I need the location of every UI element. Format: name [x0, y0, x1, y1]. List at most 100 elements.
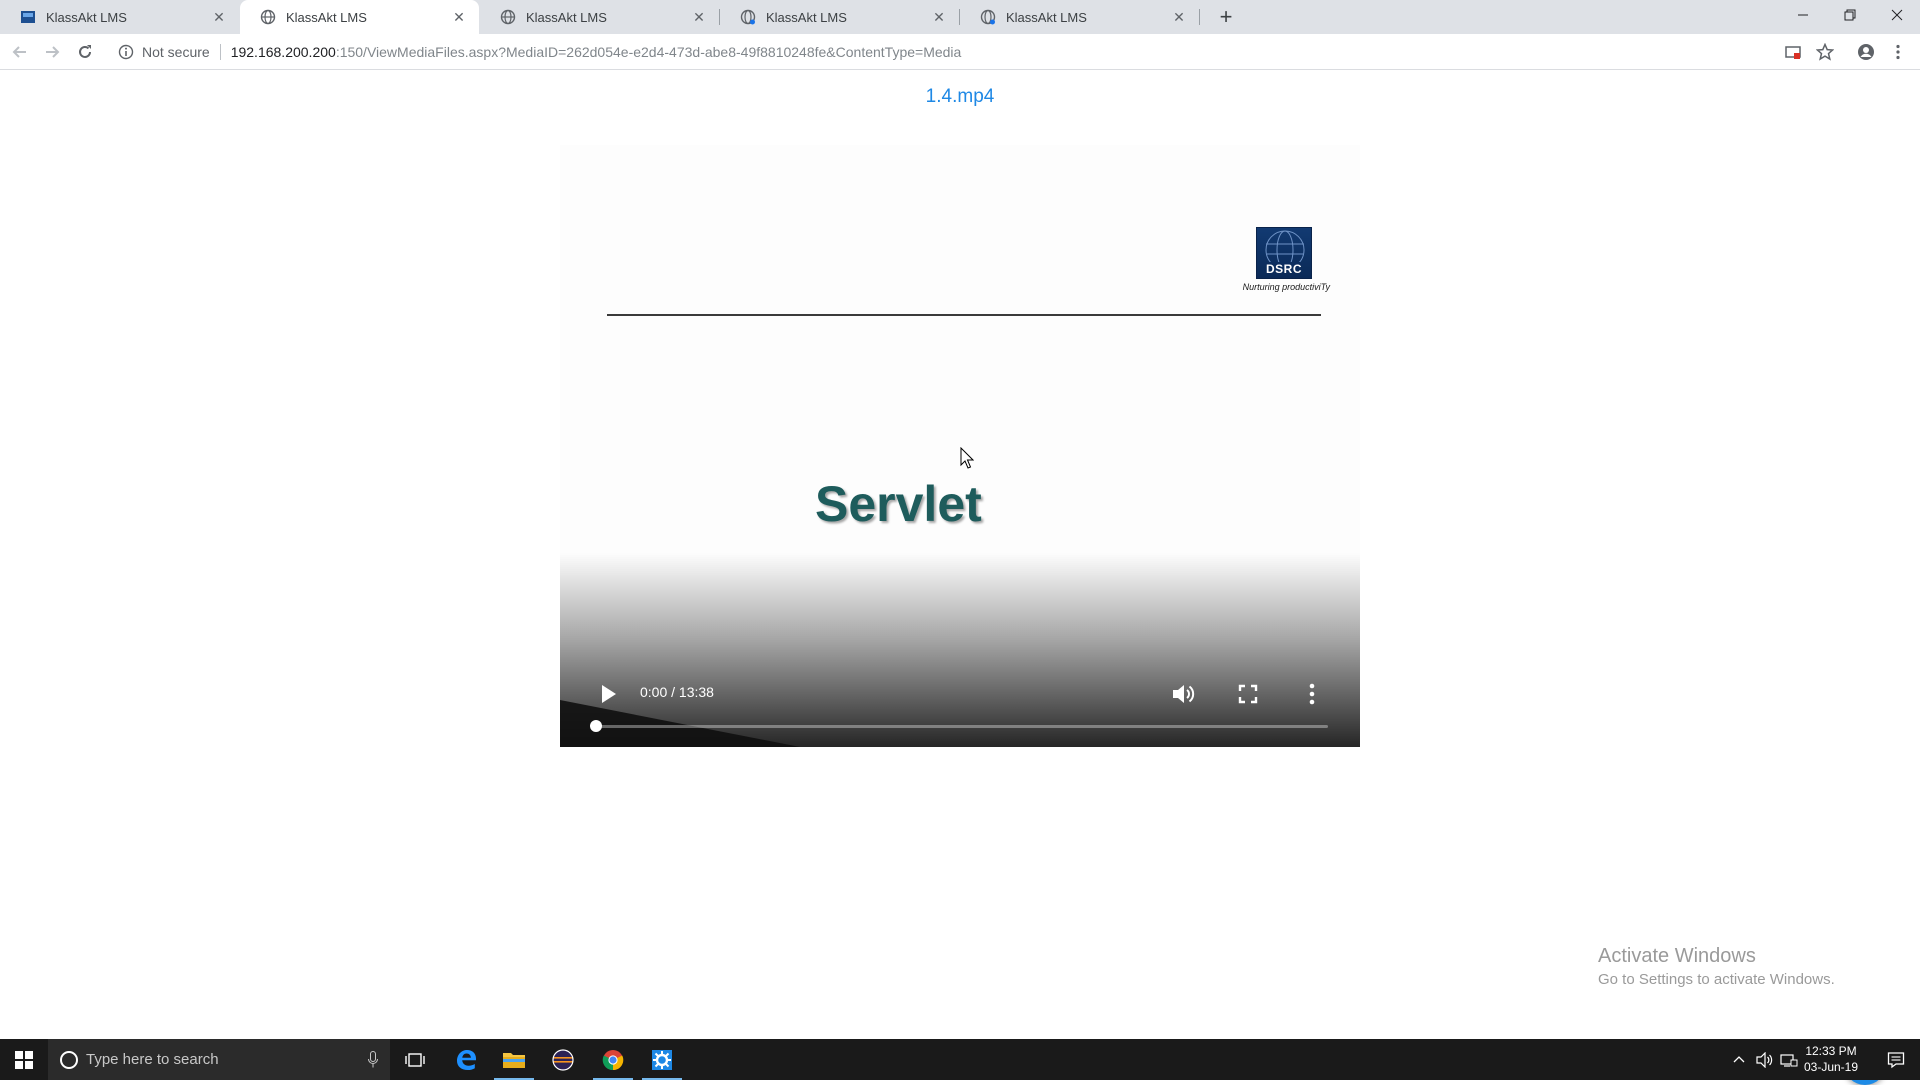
- tab-title: KlassAkt LMS: [1006, 9, 1087, 25]
- mute-button[interactable]: [1167, 677, 1201, 711]
- taskbar-eclipse[interactable]: [539, 1039, 587, 1080]
- restore-button[interactable]: [1827, 0, 1873, 30]
- task-view-icon: [405, 1052, 425, 1067]
- url-host: 192.168.200.200: [230, 44, 336, 60]
- mouse-cursor-icon: [960, 447, 974, 469]
- star-icon: [1816, 43, 1834, 61]
- restore-icon: [1844, 9, 1856, 21]
- tab-divider: [719, 9, 720, 25]
- cast-blocked-icon: [1785, 46, 1801, 59]
- seek-thumb[interactable]: [590, 720, 602, 732]
- account-icon: [1858, 44, 1874, 60]
- reload-icon: [79, 45, 91, 58]
- page-content: 1.4.mp4 DSRC Nurturing productiviTy Serv…: [0, 71, 1920, 1085]
- browser-tab-2[interactable]: KlassAkt LMS ✕: [240, 0, 479, 34]
- more-options-button[interactable]: [1295, 677, 1329, 711]
- tab-title: KlassAkt LMS: [46, 9, 127, 25]
- logo-tagline: Nurturing productiviTy: [1242, 282, 1330, 292]
- seek-bar[interactable]: [590, 720, 1328, 732]
- profile-button[interactable]: [1856, 42, 1876, 62]
- cortana-icon: [60, 1050, 78, 1069]
- globe-icon: [500, 9, 516, 25]
- close-tab-icon[interactable]: ✕: [211, 9, 227, 25]
- menu-button[interactable]: [1888, 42, 1908, 62]
- edge-icon: [457, 1049, 476, 1070]
- search-placeholder: Type here to search: [86, 1051, 219, 1068]
- tab-title: KlassAkt LMS: [766, 9, 847, 25]
- watermark-title: Activate Windows: [1598, 945, 1756, 967]
- taskbar-file-explorer[interactable]: [490, 1039, 538, 1080]
- bookmark-button[interactable]: [1815, 42, 1835, 62]
- slide-divider: [607, 314, 1321, 316]
- kebab-menu-icon: [1309, 683, 1315, 705]
- cast-button[interactable]: [1783, 42, 1803, 62]
- reload-button[interactable]: [73, 40, 97, 64]
- activate-windows-watermark: Activate Windows Go to Settings to activ…: [1598, 945, 1835, 988]
- close-tab-icon[interactable]: ✕: [451, 9, 467, 25]
- taskbar-chrome[interactable]: [589, 1039, 637, 1080]
- folder-icon: [503, 1052, 525, 1068]
- dsrc-logo: DSRC Nurturing productiviTy: [1230, 227, 1330, 297]
- gear-app-icon: [652, 1049, 672, 1070]
- logo-text: DSRC: [1265, 262, 1302, 276]
- kebab-menu-icon: [1896, 44, 1900, 60]
- browser-tab-1[interactable]: KlassAkt LMS ✕: [0, 0, 239, 34]
- watermark-subtitle: Go to Settings to activate Windows.: [1598, 971, 1835, 988]
- new-tab-button[interactable]: +: [1214, 5, 1238, 29]
- tab-title: KlassAkt LMS: [286, 9, 367, 25]
- eclipse-icon: [552, 1048, 574, 1071]
- info-icon[interactable]: [118, 44, 134, 60]
- tab-divider: [959, 9, 960, 25]
- browser-tab-4[interactable]: KlassAkt LMS ✕: [720, 0, 959, 34]
- task-view-button[interactable]: [391, 1039, 439, 1080]
- forward-button[interactable]: [40, 40, 64, 64]
- system-tray: [1732, 1039, 1798, 1080]
- close-tab-icon[interactable]: ✕: [1171, 9, 1187, 25]
- clock-time: 12:33 PM: [1805, 1044, 1857, 1058]
- globe-loading-icon: [980, 9, 996, 25]
- seek-track: [596, 725, 1328, 728]
- chevron-up-icon[interactable]: [1732, 1053, 1746, 1067]
- action-center-button[interactable]: [1872, 1039, 1920, 1080]
- volume-icon: [1173, 685, 1195, 703]
- browser-tab-5[interactable]: KlassAkt LMS ✕: [960, 0, 1199, 34]
- notification-icon: [1887, 1051, 1905, 1068]
- start-button[interactable]: [0, 1039, 48, 1080]
- klassakt-logo-icon: [21, 11, 35, 23]
- url-path: :150/ViewMediaFiles.aspx?MediaID=262d054…: [335, 44, 962, 60]
- close-tab-icon[interactable]: ✕: [691, 9, 707, 25]
- chrome-icon: [602, 1049, 624, 1070]
- taskbar-search[interactable]: Type here to search: [48, 1039, 390, 1080]
- taskbar-app[interactable]: [638, 1039, 686, 1080]
- microphone-icon[interactable]: [368, 1051, 378, 1068]
- tab-title: KlassAkt LMS: [526, 9, 607, 25]
- address-bar[interactable]: Not secure 192.168.200.200:150/ViewMedia…: [108, 38, 1766, 66]
- minimize-button[interactable]: [1780, 0, 1826, 30]
- media-title: 1.4.mp4: [925, 86, 995, 107]
- play-button[interactable]: [591, 677, 625, 711]
- back-arrow-icon: [12, 46, 26, 58]
- globe-loading-icon: [740, 9, 756, 25]
- browser-toolbar: Not secure 192.168.200.200:150/ViewMedia…: [0, 34, 1920, 70]
- slide-heading: Servlet: [815, 476, 982, 532]
- windows-logo-icon: [15, 1050, 33, 1069]
- play-icon: [602, 685, 616, 703]
- video-player[interactable]: DSRC Nurturing productiviTy Servlet 0:00…: [560, 145, 1360, 747]
- forward-arrow-icon: [46, 46, 60, 58]
- volume-icon[interactable]: [1756, 1051, 1774, 1068]
- globe-icon: [1265, 230, 1305, 270]
- close-tab-icon[interactable]: ✕: [931, 9, 947, 25]
- taskbar-clock[interactable]: 12:33 PM 03-Jun-19: [1796, 1043, 1866, 1075]
- windows-taskbar: Type here to search 12:33 PM 03-Jun-19: [0, 1039, 1920, 1080]
- taskbar-edge[interactable]: [442, 1039, 490, 1080]
- browser-tab-3[interactable]: KlassAkt LMS ✕: [480, 0, 719, 34]
- fullscreen-icon: [1238, 684, 1258, 704]
- fullscreen-button[interactable]: [1231, 677, 1265, 711]
- controls-overlay: [560, 553, 1360, 747]
- back-button[interactable]: [8, 40, 32, 64]
- minimize-icon: [1798, 14, 1808, 16]
- time-display: 0:00 / 13:38: [640, 684, 714, 700]
- tab-strip: KlassAkt LMS ✕ KlassAkt LMS ✕ KlassAkt L…: [0, 0, 1920, 34]
- close-window-button[interactable]: [1874, 0, 1920, 30]
- address-divider: [219, 44, 221, 60]
